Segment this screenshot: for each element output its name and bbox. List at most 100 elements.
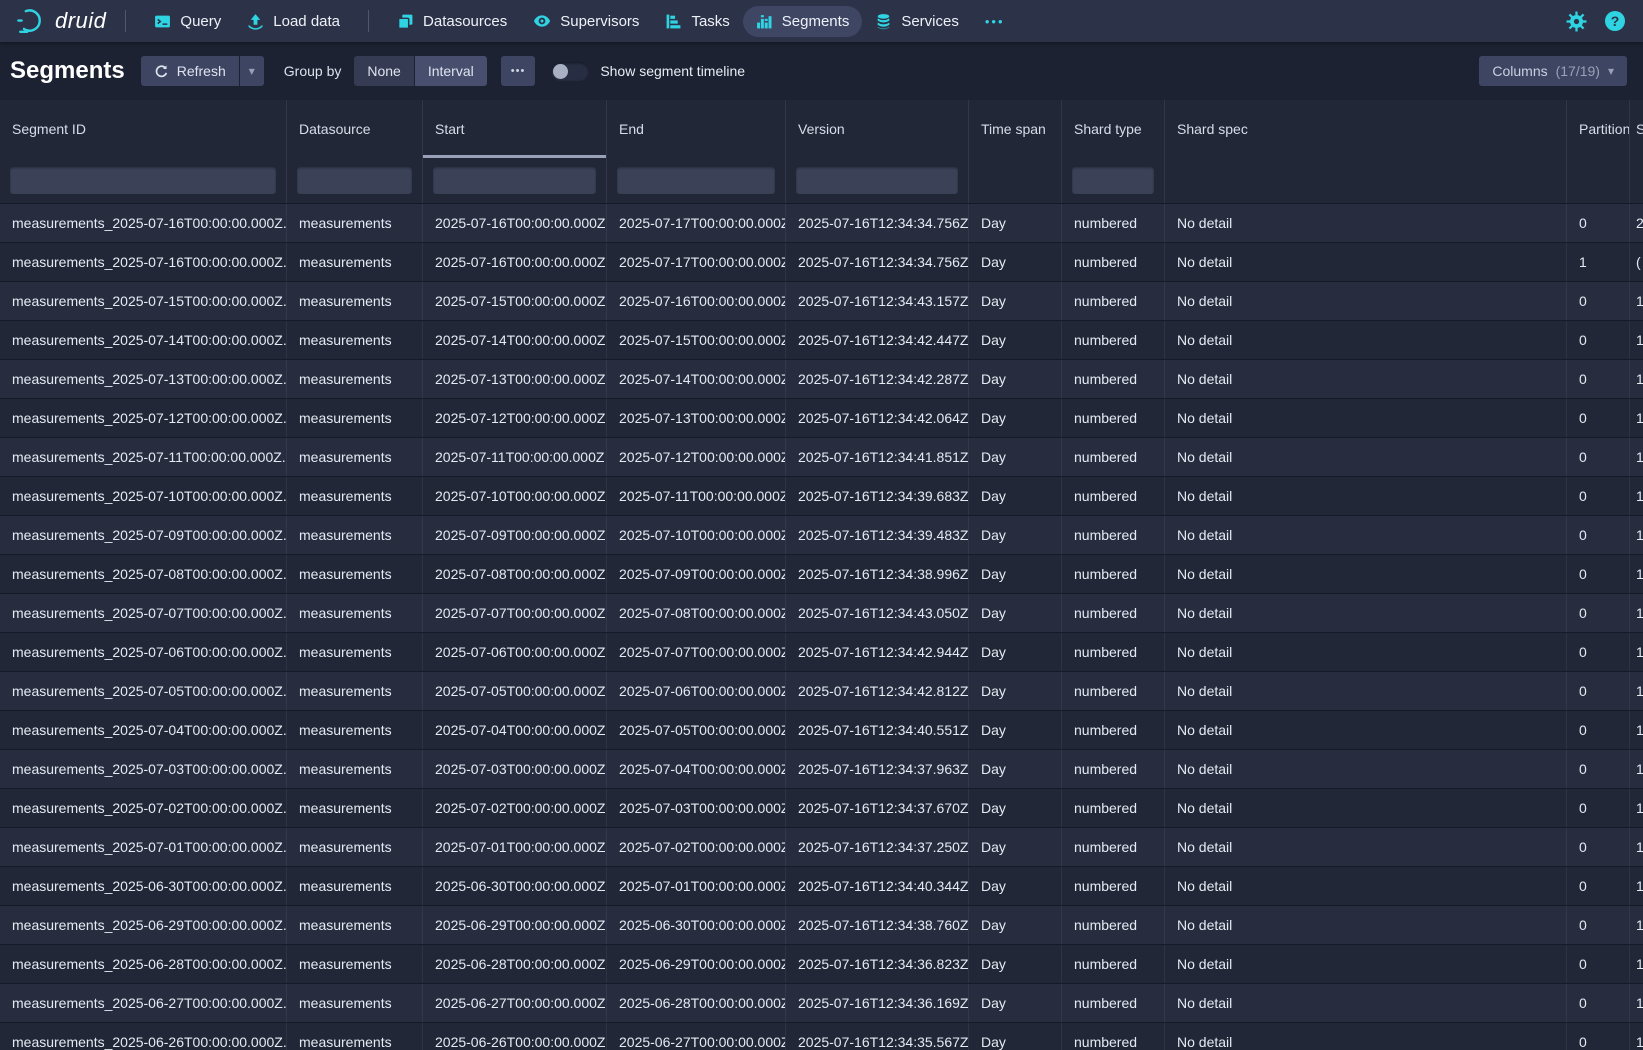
- settings-gear-icon[interactable]: [1566, 11, 1587, 32]
- cell-time-span: Day: [969, 633, 1062, 671]
- column-header-start[interactable]: Start: [423, 100, 607, 158]
- cell-shard-type: numbered: [1062, 789, 1165, 827]
- cell-partition: 1: [1567, 243, 1630, 281]
- cell-segment-id[interactable]: measurements_2025-07-09T00:00:00.000Z...: [0, 516, 287, 554]
- cell-start: 2025-07-15T00:00:00.000Z: [423, 282, 607, 320]
- column-header-shard-type[interactable]: Shard type: [1062, 100, 1165, 158]
- cell-partition: 0: [1567, 828, 1630, 866]
- column-header-partition[interactable]: Partition: [1567, 100, 1630, 158]
- group-by-interval-button[interactable]: Interval: [415, 56, 487, 86]
- cell-segment-id[interactable]: measurements_2025-07-15T00:00:00.000Z...: [0, 282, 287, 320]
- toolbar-more-button[interactable]: •••: [501, 56, 536, 86]
- cell-segment-id[interactable]: measurements_2025-06-28T00:00:00.000Z...: [0, 945, 287, 983]
- cell-segment-id[interactable]: measurements_2025-07-10T00:00:00.000Z...: [0, 477, 287, 515]
- cell-segment-id[interactable]: measurements_2025-07-03T00:00:00.000Z...: [0, 750, 287, 788]
- cell-partition: 0: [1567, 867, 1630, 905]
- column-header-size[interactable]: Size: [1630, 100, 1643, 158]
- cell-segment-id[interactable]: measurements_2025-07-07T00:00:00.000Z...: [0, 594, 287, 632]
- filter-input-segment-id[interactable]: [10, 167, 276, 194]
- cell-shard-type: numbered: [1062, 984, 1165, 1022]
- filter-input-start[interactable]: [433, 167, 596, 194]
- cell-size: 1: [1630, 945, 1643, 983]
- nav-item-supervisors[interactable]: Supervisors: [520, 5, 652, 37]
- cell-shard-type: numbered: [1062, 672, 1165, 710]
- cell-datasource: measurements: [287, 867, 423, 905]
- cell-end: 2025-07-14T00:00:00.000Z: [607, 360, 786, 398]
- nav-item-load-data[interactable]: Load data: [234, 6, 353, 37]
- cell-datasource: measurements: [287, 399, 423, 437]
- column-header-shard-spec[interactable]: Shard spec: [1165, 100, 1567, 158]
- cell-datasource: measurements: [287, 711, 423, 749]
- cell-size: 1: [1630, 321, 1643, 359]
- segments-table: Segment IDDatasourceStartEndVersionTime …: [0, 100, 1643, 1050]
- nav-more-menu[interactable]: •••: [972, 7, 1018, 36]
- group-by-segmented-control: None Interval: [354, 56, 486, 86]
- cell-shard-spec: No detail: [1165, 243, 1567, 281]
- cell-version: 2025-07-16T12:34:42.812Z: [786, 672, 969, 710]
- refresh-dropdown-caret[interactable]: ▾: [240, 56, 264, 86]
- filter-input-end[interactable]: [617, 167, 775, 194]
- nav-divider: [125, 10, 126, 32]
- cell-end: 2025-07-05T00:00:00.000Z: [607, 711, 786, 749]
- cell-segment-id[interactable]: measurements_2025-07-13T00:00:00.000Z...: [0, 360, 287, 398]
- druid-logo[interactable]: druid: [10, 6, 110, 36]
- chevron-down-icon: ▾: [1608, 64, 1614, 78]
- column-header-time-span[interactable]: Time span: [969, 100, 1062, 158]
- cell-shard-type: numbered: [1062, 321, 1165, 359]
- cell-start: 2025-07-05T00:00:00.000Z: [423, 672, 607, 710]
- filter-input-datasource[interactable]: [297, 167, 412, 194]
- cell-segment-id[interactable]: measurements_2025-07-06T00:00:00.000Z...: [0, 633, 287, 671]
- nav-item-datasources[interactable]: Datasources: [384, 6, 520, 37]
- cell-segment-id[interactable]: measurements_2025-06-26T00:00:00.000Z...: [0, 1023, 287, 1050]
- cell-segment-id[interactable]: measurements_2025-07-02T00:00:00.000Z...: [0, 789, 287, 827]
- cell-segment-id[interactable]: measurements_2025-06-30T00:00:00.000Z...: [0, 867, 287, 905]
- help-icon[interactable]: ?: [1605, 11, 1625, 31]
- cell-segment-id[interactable]: measurements_2025-07-08T00:00:00.000Z...: [0, 555, 287, 593]
- refresh-button[interactable]: Refresh: [141, 56, 239, 86]
- cell-partition: 0: [1567, 633, 1630, 671]
- nav-item-query[interactable]: Query: [141, 6, 234, 37]
- cell-end: 2025-07-15T00:00:00.000Z: [607, 321, 786, 359]
- column-header-end[interactable]: End: [607, 100, 786, 158]
- filter-input-version[interactable]: [796, 167, 958, 194]
- cell-segment-id[interactable]: measurements_2025-07-04T00:00:00.000Z...: [0, 711, 287, 749]
- load-data-icon: [247, 13, 264, 30]
- cell-shard-type: numbered: [1062, 867, 1165, 905]
- cell-size: 1: [1630, 516, 1643, 554]
- nav-item-tasks[interactable]: Tasks: [652, 6, 742, 37]
- cell-size: 1: [1630, 282, 1643, 320]
- cell-segment-id[interactable]: measurements_2025-07-11T00:00:00.000Z...: [0, 438, 287, 476]
- cell-segment-id[interactable]: measurements_2025-07-01T00:00:00.000Z...: [0, 828, 287, 866]
- cell-partition: 0: [1567, 945, 1630, 983]
- cell-size: 1: [1630, 360, 1643, 398]
- cell-segment-id[interactable]: measurements_2025-06-27T00:00:00.000Z...: [0, 984, 287, 1022]
- cell-partition: 0: [1567, 282, 1630, 320]
- cell-segment-id[interactable]: measurements_2025-07-16T00:00:00.000Z...: [0, 204, 287, 242]
- group-by-none-button[interactable]: None: [354, 56, 413, 86]
- cell-segment-id[interactable]: measurements_2025-07-14T00:00:00.000Z...: [0, 321, 287, 359]
- nav-item-services[interactable]: Services: [862, 6, 972, 37]
- cell-shard-spec: No detail: [1165, 633, 1567, 671]
- cell-segment-id[interactable]: measurements_2025-07-05T00:00:00.000Z...: [0, 672, 287, 710]
- filter-input-shard-type[interactable]: [1072, 167, 1154, 194]
- cell-segment-id[interactable]: measurements_2025-07-16T00:00:00.000Z...: [0, 243, 287, 281]
- cell-partition: 0: [1567, 672, 1630, 710]
- cell-start: 2025-07-13T00:00:00.000Z: [423, 360, 607, 398]
- cell-time-span: Day: [969, 984, 1062, 1022]
- column-header-segment-id[interactable]: Segment ID: [0, 100, 287, 158]
- segment-timeline-toggle[interactable]: [551, 62, 589, 81]
- cell-version: 2025-07-16T12:34:36.169Z: [786, 984, 969, 1022]
- page-title: Segments: [10, 57, 125, 85]
- column-header-version[interactable]: Version: [786, 100, 969, 158]
- cell-segment-id[interactable]: measurements_2025-06-29T00:00:00.000Z...: [0, 906, 287, 944]
- filter-cell-start: [423, 158, 607, 203]
- cell-time-span: Day: [969, 672, 1062, 710]
- cell-shard-spec: No detail: [1165, 555, 1567, 593]
- cell-datasource: measurements: [287, 516, 423, 554]
- column-header-datasource[interactable]: Datasource: [287, 100, 423, 158]
- nav-item-segments[interactable]: Segments: [743, 6, 863, 37]
- cell-shard-type: numbered: [1062, 282, 1165, 320]
- columns-button[interactable]: Columns (17/19) ▾: [1479, 56, 1627, 86]
- table-row: measurements_2025-07-04T00:00:00.000Z...…: [0, 710, 1643, 749]
- cell-segment-id[interactable]: measurements_2025-07-12T00:00:00.000Z...: [0, 399, 287, 437]
